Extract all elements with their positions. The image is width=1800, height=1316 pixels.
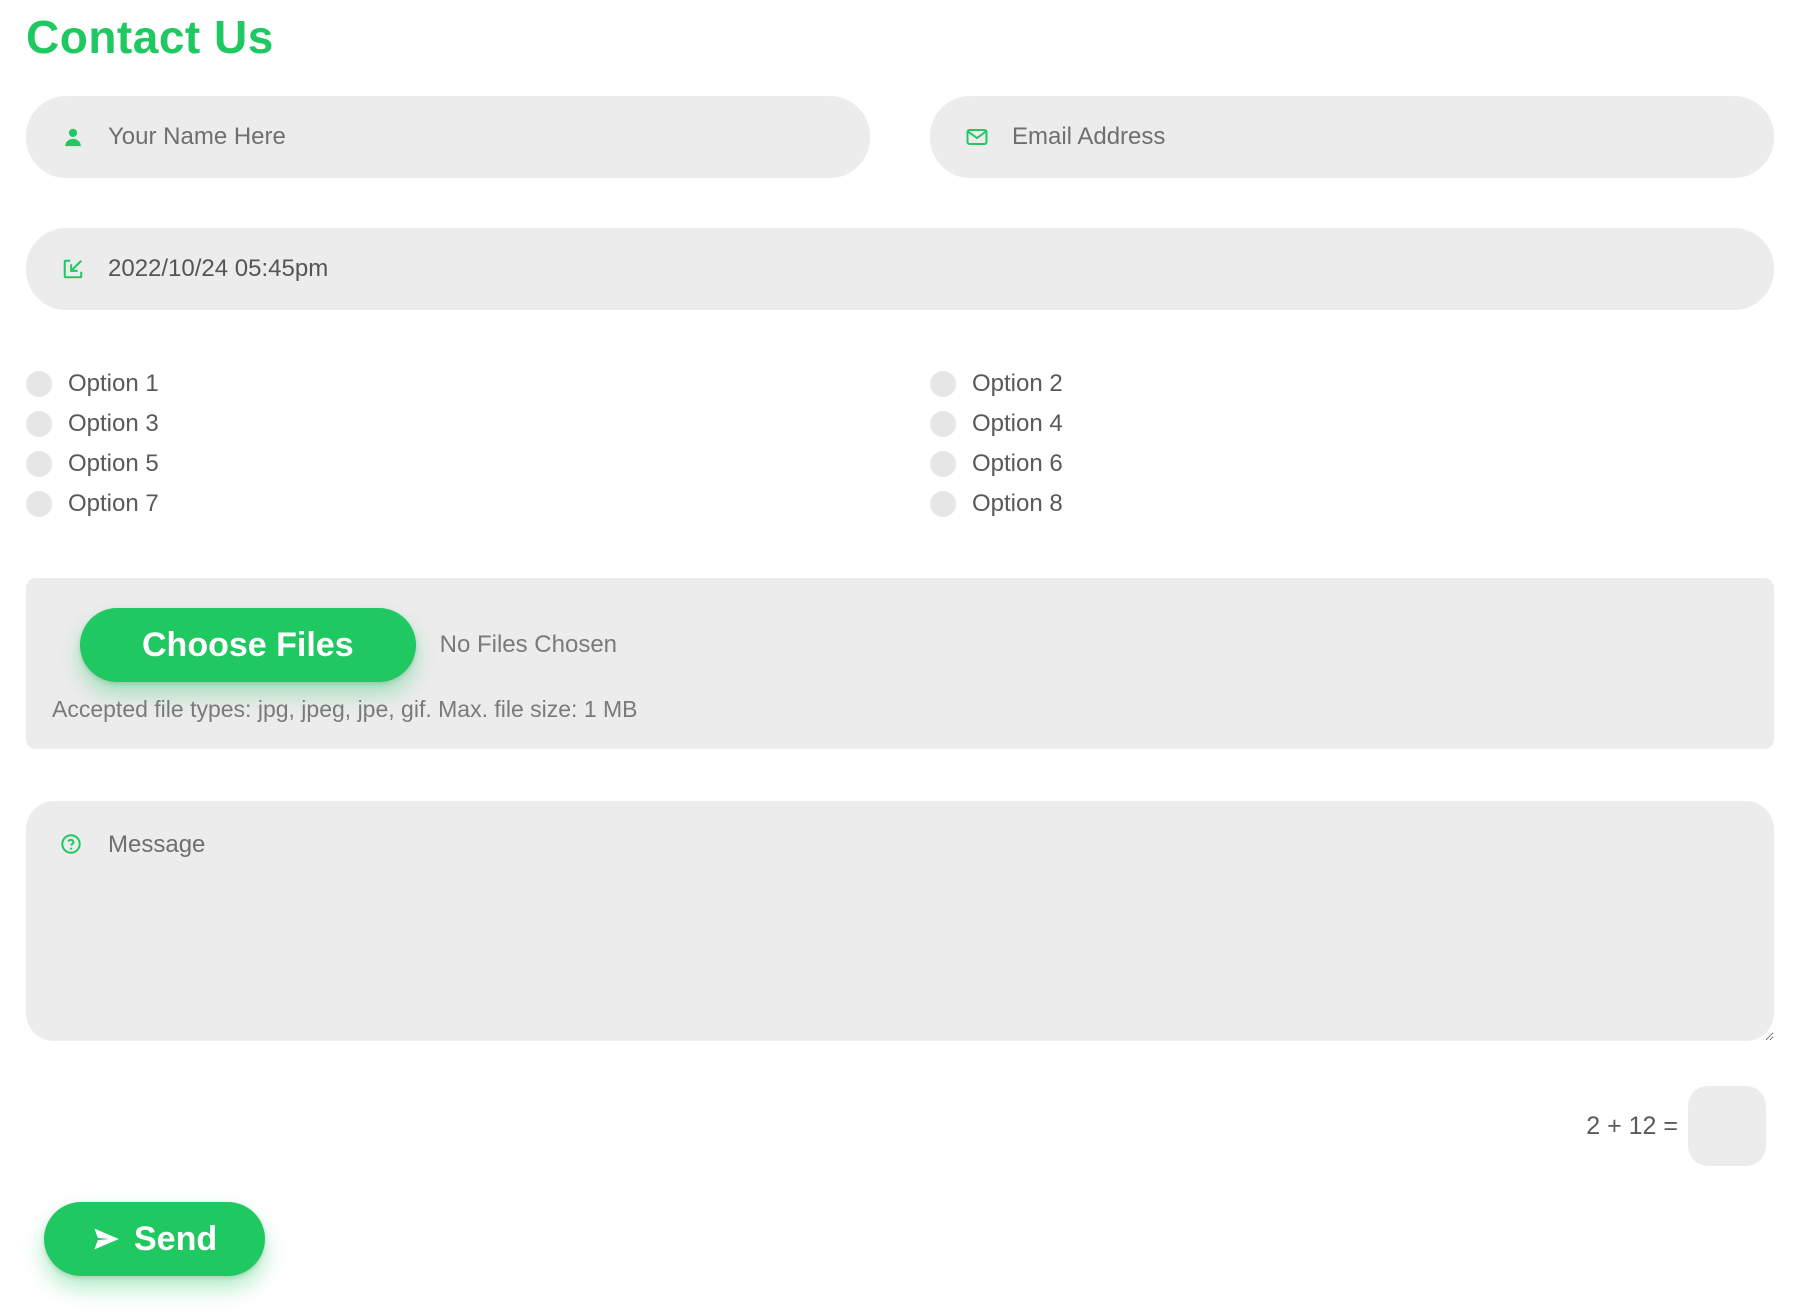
choose-files-button[interactable]: Choose Files (80, 608, 416, 682)
checkbox-input[interactable] (930, 491, 956, 517)
checkbox-label: Option 3 (68, 410, 159, 438)
name-input[interactable] (26, 96, 870, 178)
checkbox-input[interactable] (930, 451, 956, 477)
send-button[interactable]: Send (44, 1202, 265, 1276)
checkbox-label: Option 8 (972, 490, 1063, 518)
checkbox-input[interactable] (930, 411, 956, 437)
checkbox-label: Option 6 (972, 450, 1063, 478)
checkbox-input[interactable] (26, 451, 52, 477)
checkbox-option-1: Option 1 (26, 370, 870, 398)
question-circle-icon (60, 833, 86, 859)
checkbox-option-5: Option 5 (26, 450, 870, 478)
file-hint-text: Accepted file types: jpg, jpeg, jpe, gif… (52, 696, 1748, 723)
checkbox-input[interactable] (930, 371, 956, 397)
message-field-wrapper (26, 801, 1774, 1046)
name-field-wrapper (26, 96, 870, 178)
envelope-icon (964, 124, 990, 150)
checkbox-input[interactable] (26, 371, 52, 397)
checkbox-label: Option 1 (68, 370, 159, 398)
checkbox-label: Option 2 (972, 370, 1063, 398)
checkbox-option-6: Option 6 (930, 450, 1774, 478)
email-field-wrapper (930, 96, 1774, 178)
user-icon (60, 124, 86, 150)
message-textarea[interactable] (26, 801, 1774, 1041)
send-button-label: Send (134, 1220, 217, 1259)
arrow-down-right-box-icon (60, 256, 86, 282)
checkbox-option-8: Option 8 (930, 490, 1774, 518)
checkbox-input[interactable] (26, 411, 52, 437)
email-input[interactable] (930, 96, 1774, 178)
captcha-input[interactable] (1688, 1086, 1766, 1166)
checkbox-input[interactable] (26, 491, 52, 517)
checkbox-option-7: Option 7 (26, 490, 870, 518)
captcha-question: 2 + 12 = (1586, 1112, 1678, 1141)
checkbox-label: Option 4 (972, 410, 1063, 438)
file-upload-section: Choose Files No Files Chosen Accepted fi… (26, 578, 1774, 749)
checkbox-option-2: Option 2 (930, 370, 1774, 398)
checkbox-option-3: Option 3 (26, 410, 870, 438)
checkbox-group: Option 1 Option 2 Option 3 Option 4 Opti… (26, 370, 1774, 518)
captcha-row: 2 + 12 = (26, 1086, 1774, 1166)
checkbox-option-4: Option 4 (930, 410, 1774, 438)
paper-plane-icon (92, 1225, 120, 1253)
checkbox-label: Option 7 (68, 490, 159, 518)
file-status-text: No Files Chosen (440, 631, 617, 659)
page-title: Contact Us (26, 10, 1774, 64)
datetime-field-wrapper (26, 228, 1774, 310)
datetime-input[interactable] (26, 228, 1774, 310)
checkbox-label: Option 5 (68, 450, 159, 478)
